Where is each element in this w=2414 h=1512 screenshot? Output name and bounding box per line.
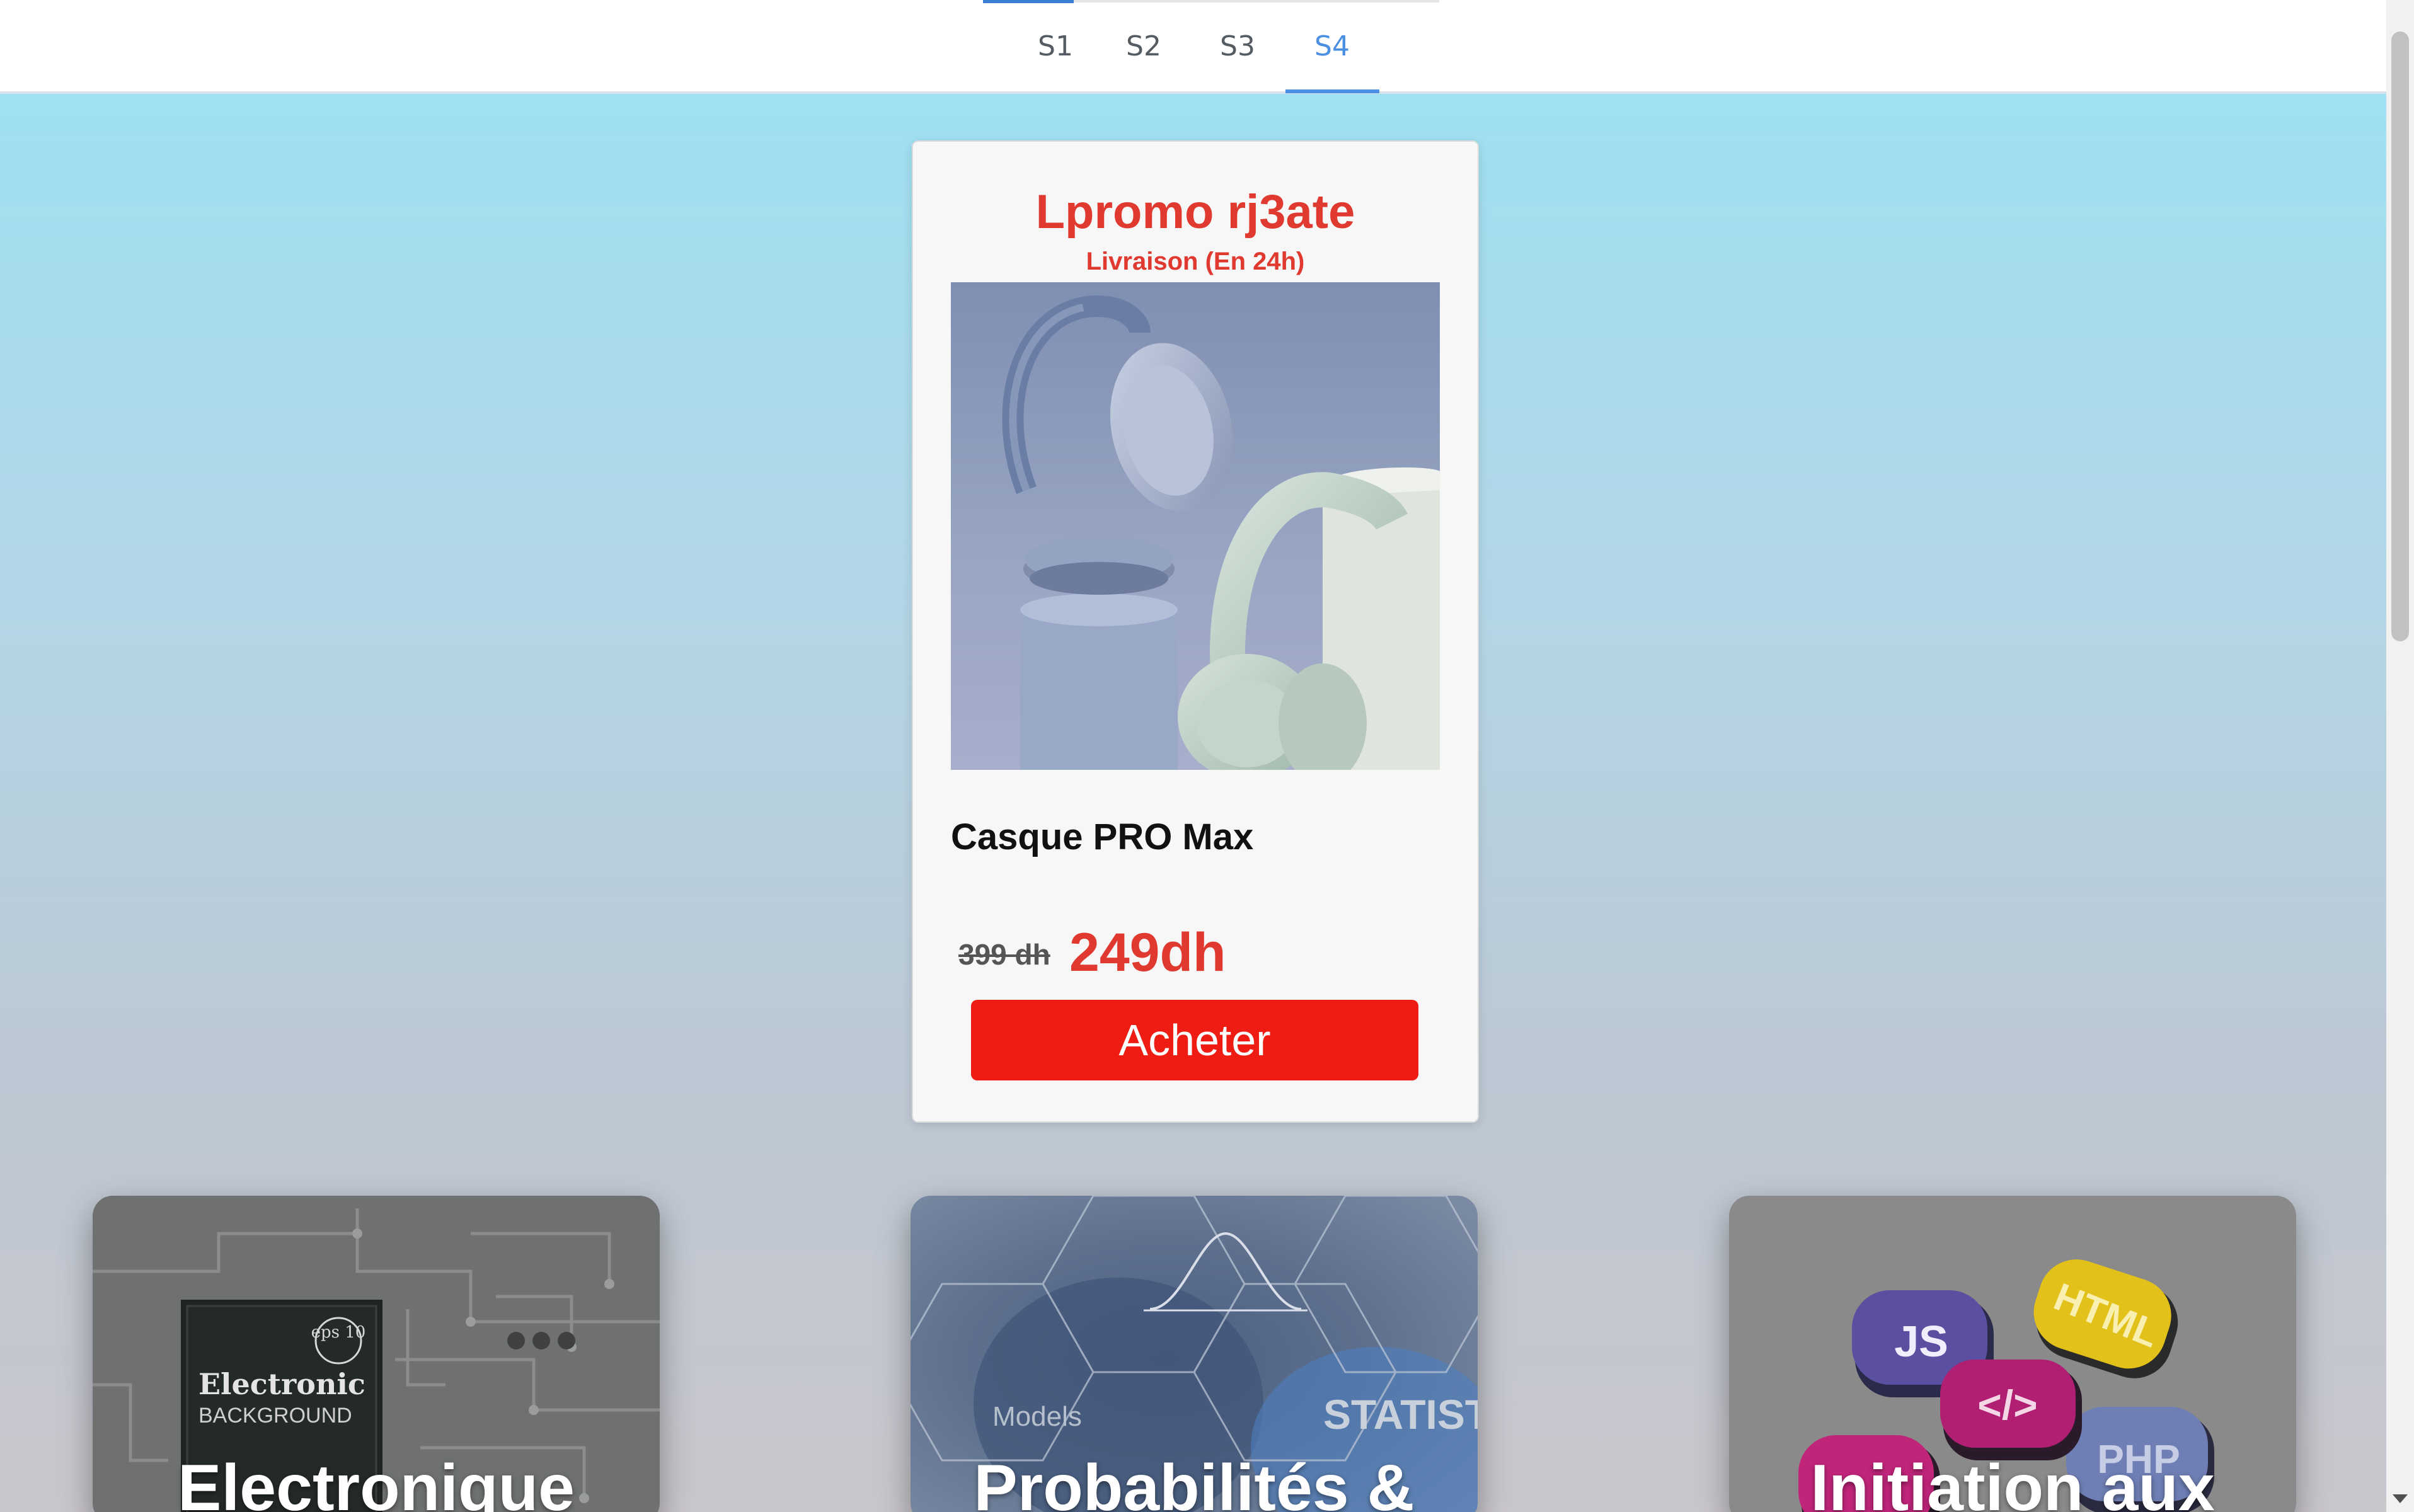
tab-s2[interactable]: S2 bbox=[1122, 28, 1166, 66]
tab-s4[interactable]: S4 bbox=[1310, 28, 1354, 66]
product-name: Casque PRO Max bbox=[951, 816, 1254, 857]
scroll-down-arrow-icon[interactable] bbox=[2393, 1494, 2408, 1503]
active-tab-underline bbox=[1285, 89, 1379, 93]
promo-title: Lpromo rj3ate bbox=[1035, 185, 1355, 239]
delivery-subtitle: Livraison (En 24h) bbox=[1086, 248, 1305, 275]
scrollbar-thumb[interactable] bbox=[2391, 32, 2409, 641]
svg-text:Electronic: Electronic bbox=[198, 1367, 365, 1401]
svg-text:eps 10: eps 10 bbox=[311, 1323, 366, 1342]
svg-text:</>: </> bbox=[1977, 1382, 2037, 1428]
svg-text:STATIST: STATIST bbox=[1323, 1391, 1478, 1438]
buy-button[interactable]: Acheter bbox=[971, 1000, 1418, 1080]
course-title-probabilites: Probabilités & bbox=[974, 1452, 1415, 1512]
course-card-initiation[interactable]: JS HTML PHP </> Initiation aux bbox=[1729, 1196, 2296, 1512]
nav-progress-indicator bbox=[983, 0, 1074, 3]
course-title-initiation: Initiation aux bbox=[1810, 1452, 2215, 1512]
old-price: 399 dh bbox=[958, 938, 1050, 971]
tab-s1[interactable]: S1 bbox=[1033, 28, 1078, 66]
new-price: 249dh bbox=[1069, 922, 1226, 983]
svg-text:Models: Models bbox=[992, 1401, 1082, 1432]
headphones-image bbox=[951, 282, 1440, 770]
svg-text:JS: JS bbox=[1894, 1317, 1948, 1366]
promo-product-card: Lpromo rj3ate Livraison (En 24h) Casque … bbox=[912, 140, 1479, 1123]
top-nav-bar: S1 S2 S3 S4 bbox=[0, 0, 2386, 94]
course-card-probabilites[interactable]: Models STATIST Probabilités & bbox=[911, 1196, 1478, 1512]
page: S1 S2 S3 S4 Lpromo rj3ate Livraison (En … bbox=[0, 0, 2414, 1512]
course-card-electronique[interactable]: eps 10 Electronic BACKGROUND Electroniqu… bbox=[93, 1196, 660, 1512]
tab-s3[interactable]: S3 bbox=[1216, 28, 1260, 66]
course-title-electronique: Electronique bbox=[178, 1452, 575, 1512]
vertical-scrollbar[interactable] bbox=[2386, 0, 2414, 1512]
svg-text:BACKGROUND: BACKGROUND bbox=[198, 1404, 352, 1428]
